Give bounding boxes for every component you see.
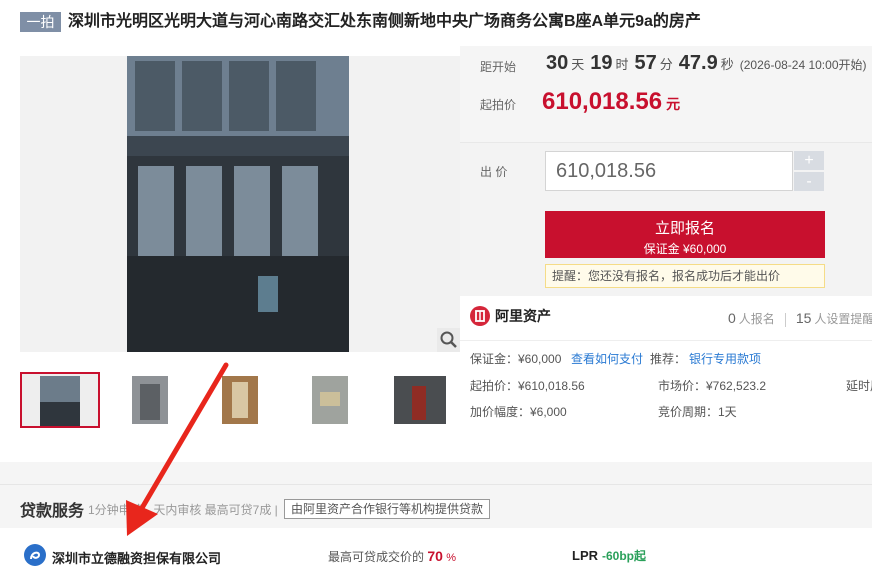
lpr-rate: LPR -60bp起 — [572, 547, 646, 564]
auction-stats: 0 人报名 15 人设置提醒 — [728, 310, 872, 327]
thumbnail-1[interactable] — [20, 372, 100, 428]
ali-assets-logo-icon — [470, 306, 490, 326]
bid-increase-button[interactable]: + — [794, 151, 824, 170]
signup-button[interactable]: 立即报名 保证金 ¥60,000 — [545, 211, 825, 258]
bid-decrease-button[interactable]: - — [794, 172, 824, 191]
start-price: 610,018.56 元 — [542, 88, 680, 116]
info-deposit: 保证金：¥60,000 — [470, 352, 562, 366]
brand: 阿里资产 — [470, 306, 551, 330]
building-photo — [20, 56, 460, 352]
main-property-photo[interactable] — [20, 56, 460, 352]
thumbnail-5[interactable] — [380, 372, 460, 428]
info-divider — [460, 340, 872, 341]
countdown-days-unit: 天 — [571, 57, 585, 72]
signup-count: 0 — [728, 310, 736, 326]
loan-service-desc: 1分钟申请 · 天内审核 最高可贷7成 | — [88, 503, 278, 517]
loan-provider-badge: 由阿里资产合作银行等机构提供贷款 — [284, 499, 491, 519]
countdown-minutes-unit: 分 — [659, 57, 673, 72]
loan-service-title: 贷款服务 — [20, 503, 85, 520]
countdown-hours: 19 — [590, 52, 613, 74]
page-title: 深圳市光明区光明大道与河心南路交汇处东南侧新地中央广场商务公寓B座A单元9a的房… — [68, 13, 701, 30]
stats-divider — [784, 312, 786, 327]
thumbnail-3[interactable] — [200, 372, 280, 428]
bid-amount-input[interactable]: 610,018.56 — [545, 151, 793, 191]
countdown-label: 距开始 — [480, 60, 517, 74]
lide-logo-glyph — [30, 551, 41, 560]
countdown-seconds-unit: 秒 — [720, 57, 734, 72]
info-increment: 加价幅度：¥6,000 — [470, 405, 567, 419]
countdown-days: 30 — [546, 52, 569, 74]
signup-reminder: 提醒：您还没有报名，报名成功后才能出价 — [545, 264, 825, 288]
start-price-unit: 元 — [666, 96, 681, 112]
countdown-hours-unit: 时 — [615, 57, 629, 72]
countdown-seconds: 47.9 — [678, 52, 718, 74]
loan-ratio-value: 70 — [427, 548, 443, 564]
info-bid-cycle: 竞价周期：1天 — [658, 405, 737, 419]
reminder-count: 15 — [795, 310, 812, 326]
bid-area: 出 价 610,018.56 + - 立即报名 保证金 ¥60,000 提醒：您… — [460, 142, 872, 296]
signup-count-label: 人报名 — [738, 312, 775, 326]
auction-info-panel: 阿里资产 0 人报名 15 人设置提醒 保证金：¥60,000 查看如何支付 推荐： … — [460, 296, 872, 430]
info-delay: 延时周 — [846, 379, 872, 393]
loan-ratio: 最高可贷成交价的 70 % — [328, 548, 456, 565]
ali-logo-glyph — [475, 310, 485, 322]
start-time-note: (2026-08-24 10:00开始) — [739, 58, 867, 72]
how-to-pay-link[interactable]: 查看如何支付 — [571, 350, 643, 367]
lide-logo-icon — [24, 544, 46, 566]
loan-service-header: 贷款服务 1分钟申请 · 天内审核 最高可贷7成 | 由阿里资产合作银行等机构提… — [0, 484, 872, 528]
reminder-count-label: 人设置提醒 — [814, 312, 872, 326]
auction-price-panel: 距开始 30 天 19 时 57 分 47.9 秒 (2026-08-24 10:00开始) 起… — [460, 46, 872, 296]
deposit-label: 保证金 ¥60,000 — [643, 242, 727, 256]
thumbnail-strip — [20, 372, 460, 430]
bank-payment-link[interactable]: 银行专用款项 — [689, 350, 761, 367]
brand-name: 阿里资产 — [495, 308, 551, 324]
start-price-label: 起拍价 — [480, 98, 517, 112]
lpr-label: LPR — [572, 548, 598, 563]
thumbnail-2[interactable] — [110, 372, 190, 428]
thumbnail-image — [200, 372, 280, 428]
thumbnail-image — [22, 374, 98, 426]
signup-label: 立即报名 — [654, 220, 715, 237]
info-market-price: 市场价：¥762,523.2 — [658, 379, 767, 393]
thumbnail-image — [380, 372, 460, 428]
bid-label: 出 价 — [480, 165, 508, 179]
zoom-button[interactable] — [437, 328, 461, 352]
auction-round-tag: 一拍 — [20, 12, 61, 32]
countdown-minutes: 57 — [634, 52, 657, 74]
loan-provider-row[interactable]: 深圳市立德融资担保有限公司 最高可贷成交价的 70 % LPR -60bp起 — [0, 528, 872, 568]
countdown-timer: 30 天 19 时 57 分 47.9 秒 (2026-08-24 10:00开始) — [546, 52, 867, 80]
thumbnail-image — [290, 372, 370, 428]
recommend-label: 推荐： — [650, 352, 687, 366]
magnifier-icon — [440, 331, 457, 348]
start-price-value: 610,018.56 — [542, 88, 663, 115]
loan-ratio-unit: % — [446, 552, 457, 564]
loan-company-name: 深圳市立德融资担保有限公司 — [52, 551, 222, 566]
loan-ratio-label: 最高可贷成交价的 — [328, 550, 425, 564]
title-bar: 一拍 深圳市光明区光明大道与河心南路交汇处东南侧新地中央广场商务公寓B座A单元9… — [0, 0, 872, 46]
thumbnail-4[interactable] — [290, 372, 370, 428]
section-gap — [0, 462, 872, 484]
thumbnail-image — [110, 372, 190, 428]
lpr-value: -60bp起 — [602, 549, 647, 563]
info-start-price: 起拍价：¥610,018.56 — [470, 379, 585, 393]
